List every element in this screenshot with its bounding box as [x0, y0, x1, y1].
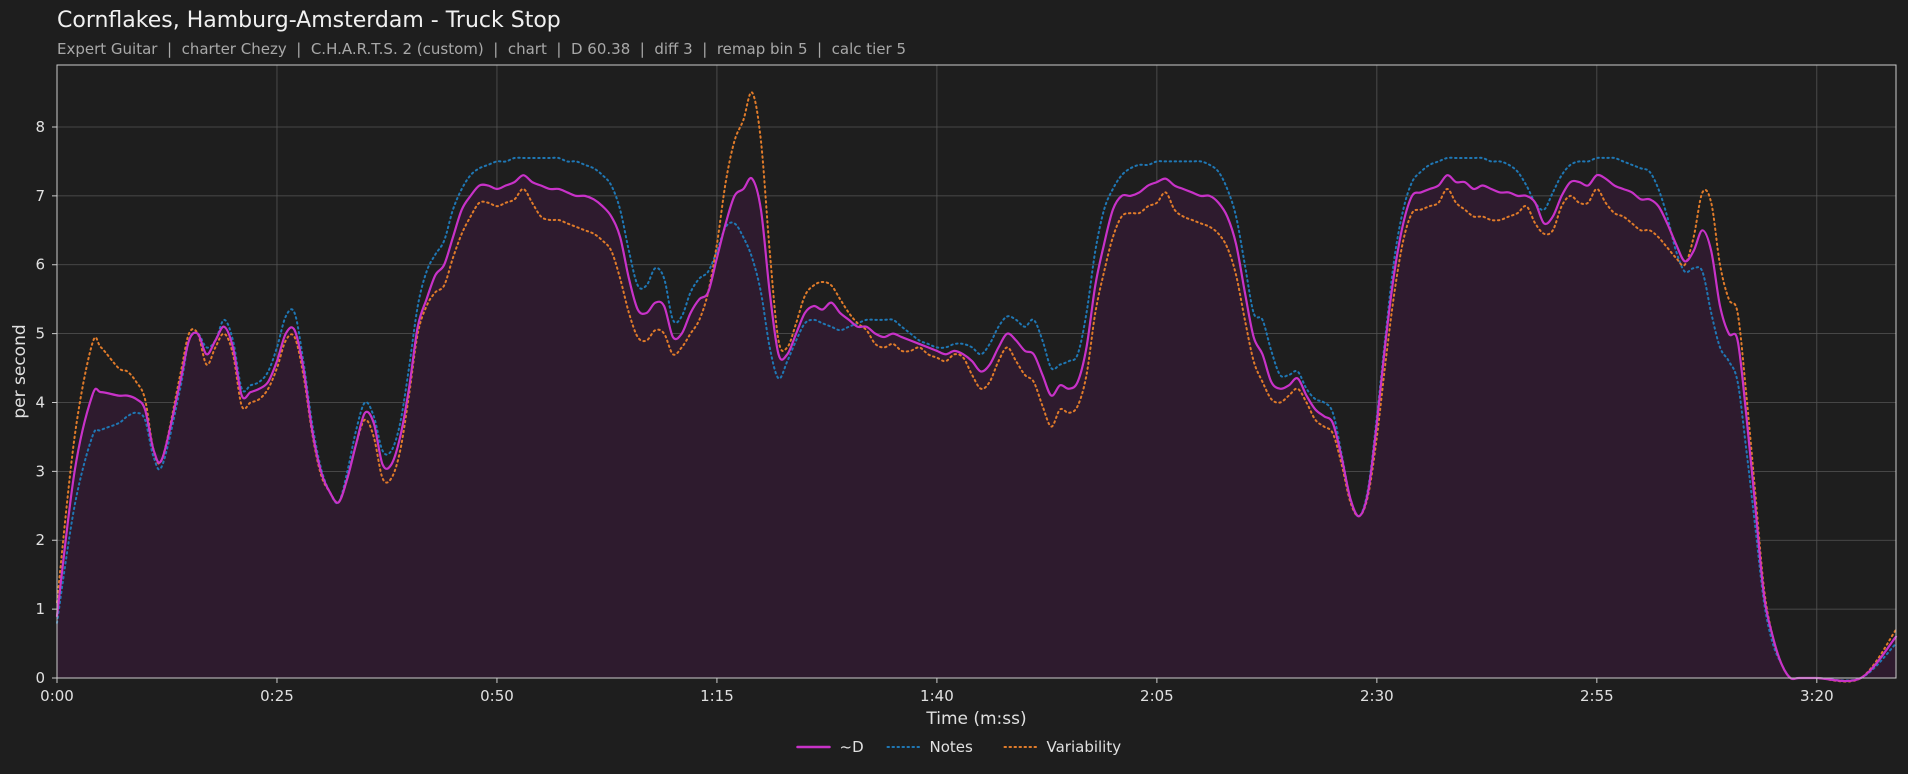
legend-label-notes: Notes [930, 738, 974, 756]
x-tick-label: 2:55 [1580, 687, 1614, 705]
y-tick-label: 8 [35, 118, 45, 136]
y-tick-label: 5 [35, 325, 45, 343]
y-tick-label: 6 [35, 256, 45, 274]
y-axis-label: per second [10, 324, 30, 418]
y-tick-label: 1 [35, 600, 45, 618]
chart-root: Cornflakes, Hamburg-Amsterdam - Truck St… [0, 0, 1908, 774]
y-tick-label: 0 [35, 669, 45, 687]
x-tick-label: 2:05 [1140, 687, 1174, 705]
chart-subtitle: Expert Guitar | charter Chezy | C.H.A.R.… [57, 40, 906, 58]
x-tick-label: 3:20 [1800, 687, 1834, 705]
chart-svg: Cornflakes, Hamburg-Amsterdam - Truck St… [0, 0, 1908, 774]
y-tick-label: 4 [35, 393, 45, 411]
x-tick-label: 0:25 [260, 687, 294, 705]
y-tick-label: 7 [35, 187, 45, 205]
x-tick-label: 0:00 [40, 687, 74, 705]
chart-title: Cornflakes, Hamburg-Amsterdam - Truck St… [57, 8, 561, 33]
x-tick-label: 1:15 [700, 687, 734, 705]
legend: ~D Notes Variability [796, 738, 1122, 756]
x-tick-label: 2:30 [1360, 687, 1394, 705]
x-axis-label: Time (m:ss) [925, 709, 1026, 729]
x-tick-label: 0:50 [480, 687, 514, 705]
legend-label-variability: Variability [1047, 738, 1122, 756]
y-tick-label: 2 [35, 531, 45, 549]
y-tick-label: 3 [35, 462, 45, 480]
legend-label-difficulty: ~D [840, 738, 864, 756]
x-tick-label: 1:40 [920, 687, 954, 705]
